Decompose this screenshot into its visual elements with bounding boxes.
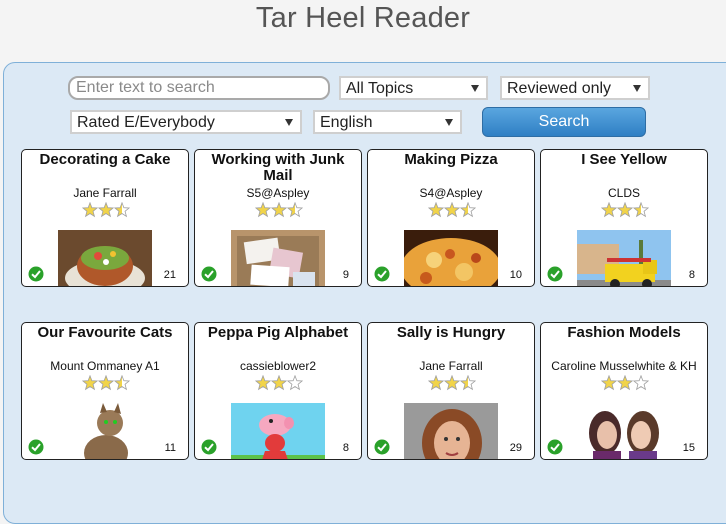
- junk-mail-thumbnail: [231, 230, 325, 286]
- reviewed-check-icon: [374, 439, 390, 455]
- book-title: Sally is Hungry: [396, 324, 506, 341]
- book-title: Peppa Pig Alphabet: [207, 324, 349, 341]
- cat-thumbnail: [58, 403, 152, 459]
- rating-stars: [254, 201, 304, 218]
- rating-select-value: Rated E/Everybody: [77, 114, 215, 131]
- book-author: Caroline Musselwhite & KH: [551, 359, 697, 373]
- page-count: 21: [163, 269, 176, 281]
- book-card[interactable]: Sally is Hungry Jane Farrall 29: [367, 322, 535, 460]
- page-count: 10: [509, 269, 522, 281]
- site-title: Tar Heel Reader: [255, 2, 471, 34]
- reviewed-check-icon: [28, 439, 44, 455]
- peppa-pig-thumbnail: [231, 403, 325, 459]
- pizza-thumbnail: [404, 230, 498, 286]
- book-title: I See Yellow: [581, 151, 667, 168]
- book-card[interactable]: Decorating a Cake Jane Farrall 21: [21, 149, 189, 287]
- page-count: 8: [342, 442, 349, 454]
- review-select-value: Reviewed only: [507, 80, 612, 97]
- book-author: Jane Farrall: [419, 359, 483, 373]
- rating-stars: [81, 201, 131, 218]
- language-select[interactable]: English: [313, 110, 462, 134]
- woman-portrait-thumbnail: [404, 403, 498, 459]
- book-author: cassieblower2: [239, 359, 317, 373]
- rating-stars: [81, 374, 131, 391]
- reviewed-check-icon: [201, 266, 217, 282]
- topic-select[interactable]: All Topics: [339, 76, 488, 100]
- models-thumbnail: [577, 403, 671, 459]
- page-count: 11: [164, 442, 176, 454]
- topic-select-value: All Topics: [346, 80, 414, 97]
- book-title: Fashion Models: [567, 324, 681, 341]
- book-title: Decorating a Cake: [39, 151, 171, 168]
- rating-stars: [600, 201, 650, 218]
- book-author: Jane Farrall: [73, 186, 137, 200]
- rating-select[interactable]: Rated E/Everybody: [70, 110, 302, 134]
- page-count: 29: [509, 442, 522, 454]
- reviewed-check-icon: [547, 439, 563, 455]
- book-card[interactable]: Peppa Pig Alphabet cassieblower2 8: [194, 322, 362, 460]
- language-select-value: English: [320, 114, 373, 131]
- rating-stars: [600, 374, 650, 391]
- fire-truck-thumbnail: [577, 230, 671, 286]
- reviewed-check-icon: [374, 266, 390, 282]
- rating-stars: [427, 201, 477, 218]
- reviewed-check-icon: [201, 439, 217, 455]
- book-card[interactable]: Our Favourite Cats Mount Ommaney A1 11: [21, 322, 189, 460]
- book-author: Mount Ommaney A1: [50, 359, 160, 373]
- search-button[interactable]: Search: [482, 107, 646, 137]
- chevron-down-icon: [285, 119, 293, 126]
- chevron-down-icon: [633, 85, 641, 92]
- book-card[interactable]: Making Pizza S4@Aspley 10: [367, 149, 535, 287]
- book-title: Making Pizza: [404, 151, 498, 168]
- reviewed-check-icon: [28, 266, 44, 282]
- chevron-down-icon: [445, 119, 453, 126]
- book-card[interactable]: Working with Junk Mail S5@Aspley 9: [194, 149, 362, 287]
- chevron-down-icon: [471, 85, 479, 92]
- search-input[interactable]: [68, 76, 330, 100]
- book-card[interactable]: I See Yellow CLDS 8: [540, 149, 708, 287]
- book-author: CLDS: [607, 186, 640, 200]
- rating-stars: [254, 374, 304, 391]
- page-count: 8: [688, 269, 695, 281]
- book-title: Our Favourite Cats: [37, 324, 173, 341]
- book-author: S5@Aspley: [246, 186, 310, 200]
- review-select[interactable]: Reviewed only: [500, 76, 650, 100]
- page-count: 15: [682, 442, 695, 454]
- reviewed-check-icon: [547, 266, 563, 282]
- rating-stars: [427, 374, 477, 391]
- book-title: Working with Junk Mail: [211, 151, 345, 184]
- book-author: S4@Aspley: [419, 186, 483, 200]
- page-count: 9: [342, 269, 349, 281]
- cake-thumbnail: [58, 230, 152, 286]
- book-card[interactable]: Fashion Models Caroline Musselwhite & KH 1…: [540, 322, 708, 460]
